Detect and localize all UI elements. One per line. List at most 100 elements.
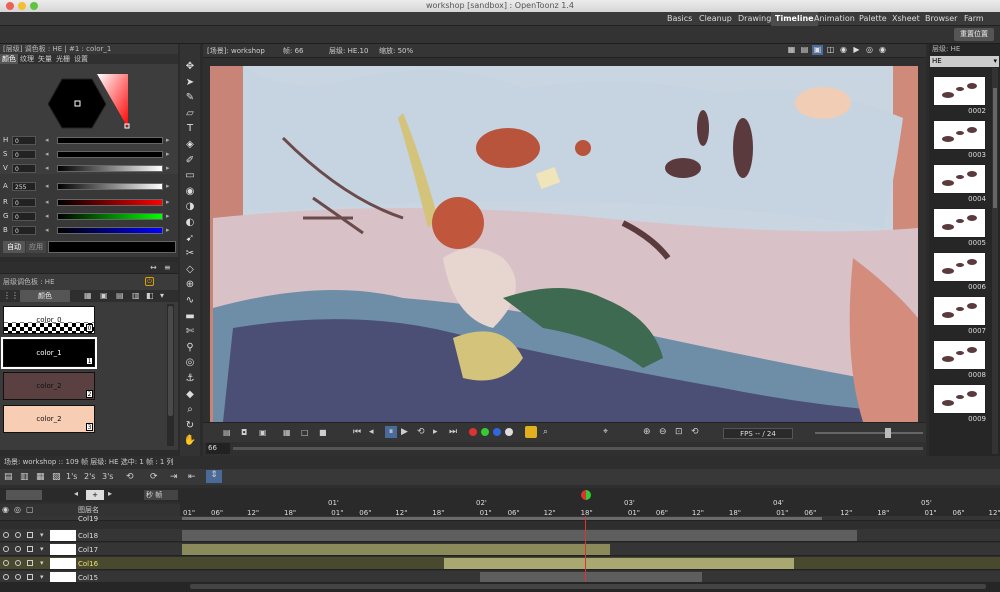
prev-frame-icon[interactable]: ◂ xyxy=(369,427,374,437)
increment-arrow-icon[interactable]: ▸ xyxy=(166,225,170,236)
geometric-tool-icon[interactable]: ▱ xyxy=(182,107,198,121)
channel-value-field[interactable]: 0 xyxy=(12,164,36,173)
channel-value-field[interactable]: 0 xyxy=(12,150,36,159)
increment-arrow-icon[interactable]: ▸ xyxy=(166,149,170,160)
decrement-arrow-icon[interactable]: ◂ xyxy=(45,181,49,192)
channel-value-field[interactable]: 0 xyxy=(12,212,36,221)
play-icon[interactable]: ▶ xyxy=(401,427,408,437)
cutter-tool-icon[interactable]: ✄ xyxy=(182,325,198,339)
palette-swatch[interactable]: color_2 3 xyxy=(3,405,95,433)
column-options-chevron-down-icon[interactable]: ▾ xyxy=(40,545,44,553)
room-tab-browser[interactable]: Browser xyxy=(921,12,961,26)
frame-ruler[interactable]: 01' 02' 03' 04' 05' 01" 06" 12" 18" 01" 06" 12" 18" 0… xyxy=(180,488,1000,518)
alpha-channel-icon[interactable] xyxy=(505,428,513,436)
grid-toggle-icon[interactable]: ▦ xyxy=(786,45,797,55)
paint-brush-tool-icon[interactable]: ✐ xyxy=(182,154,198,168)
selection-tool-icon[interactable]: ➤ xyxy=(182,76,198,90)
palette-scrollbar[interactable] xyxy=(167,304,174,446)
timeline-column-row[interactable]: Col19 xyxy=(0,516,1000,523)
close-window-button[interactable] xyxy=(6,2,14,10)
menu-icon[interactable]: ≡ xyxy=(164,263,171,272)
new-level-icon[interactable]: ▤ xyxy=(4,472,13,482)
add-key-icon[interactable]: + xyxy=(86,490,104,500)
reverse-icon[interactable]: ⟲ xyxy=(126,472,134,482)
current-frame-marker[interactable] xyxy=(581,490,591,500)
level-frame-thumbnail[interactable] xyxy=(933,164,986,194)
eraser-tool-icon[interactable]: ▭ xyxy=(182,169,198,183)
remove-icon[interactable]: ⇤ xyxy=(188,472,196,482)
red-channel-icon[interactable] xyxy=(469,428,477,436)
decrement-arrow-icon[interactable]: ◂ xyxy=(45,197,49,208)
options-icon[interactable]: ▾ xyxy=(160,291,164,300)
style-tab-2[interactable]: 矢量 xyxy=(36,54,54,64)
plastic-tool-icon[interactable]: ◆ xyxy=(182,388,198,402)
bulb-icon[interactable]: ◧ xyxy=(146,291,154,300)
channel-value-field[interactable]: 255 xyxy=(12,182,36,191)
reset-view-icon[interactable]: ⟲ xyxy=(691,427,699,437)
column-cells-bar[interactable] xyxy=(182,530,857,541)
decrement-arrow-icon[interactable]: ◂ xyxy=(45,135,49,146)
step-2s-button[interactable]: 2's xyxy=(84,472,95,481)
level-select[interactable]: HE ▾ xyxy=(930,56,999,67)
zoom-icon[interactable]: ⌕ xyxy=(543,427,548,437)
fill-tool-icon[interactable]: ◈ xyxy=(182,138,198,152)
eye-icon[interactable]: ◎ xyxy=(864,45,875,55)
level-frame-thumbnail[interactable] xyxy=(933,120,986,150)
frame-unit-select[interactable]: 秒 帧 xyxy=(144,490,178,500)
increment-arrow-icon[interactable]: ▸ xyxy=(166,163,170,174)
increment-arrow-icon[interactable]: ▸ xyxy=(166,211,170,222)
level-frame-thumbnail[interactable] xyxy=(933,384,986,414)
tape-tool-icon[interactable]: ◉ xyxy=(182,185,198,199)
expand-icon[interactable]: ↔ xyxy=(150,263,157,272)
fps-slider[interactable] xyxy=(815,428,923,438)
prev-key-icon[interactable]: ◂ xyxy=(74,489,78,498)
preview-visible-toggle[interactable] xyxy=(3,560,9,566)
decrement-arrow-icon[interactable]: ◂ xyxy=(45,211,49,222)
lock-toggle[interactable] xyxy=(27,532,33,538)
rgb-picker-tool-icon[interactable]: ◐ xyxy=(182,216,198,230)
auto-apply-toggle[interactable]: 自动 xyxy=(3,241,25,253)
blue-channel-icon[interactable] xyxy=(493,428,501,436)
lock-icon[interactable]: ⏻ xyxy=(145,277,154,286)
timeline-column-row[interactable]: ▾ Col17 xyxy=(0,543,1000,556)
zoom-window-button[interactable] xyxy=(30,2,38,10)
level-frame-thumbnail[interactable] xyxy=(933,76,986,106)
channel-slider[interactable] xyxy=(57,227,163,234)
sound-icon[interactable] xyxy=(525,426,537,438)
new-vector-icon[interactable]: ▥ xyxy=(20,472,29,482)
hand-tool-icon[interactable]: ✋ xyxy=(182,434,198,448)
channel-slider[interactable] xyxy=(57,213,163,220)
increment-arrow-icon[interactable]: ▸ xyxy=(166,135,170,146)
zoom-tool-icon[interactable]: ⌕ xyxy=(182,403,198,417)
level-frame-thumbnail[interactable] xyxy=(933,252,986,282)
column-cells-bar[interactable] xyxy=(182,544,610,555)
decrement-arrow-icon[interactable]: ◂ xyxy=(45,149,49,160)
pause-icon[interactable]: ⏸ xyxy=(385,426,397,438)
timeline-column-row[interactable]: ▾ Col18 xyxy=(0,529,1000,542)
next-key-icon[interactable]: ▸ xyxy=(108,489,112,498)
channel-slider[interactable] xyxy=(57,165,163,172)
camera-icon[interactable]: ◉ xyxy=(838,45,849,55)
drawing-canvas[interactable] xyxy=(203,58,926,422)
lock-toggle[interactable] xyxy=(27,546,33,552)
compare-icon[interactable]: ▣ xyxy=(259,428,267,437)
room-tab-xsheet[interactable]: Xsheet xyxy=(888,12,924,26)
column-options-chevron-down-icon[interactable]: ▾ xyxy=(40,559,44,567)
loop-icon[interactable]: ⟲ xyxy=(417,427,425,437)
bg-black-icon[interactable]: ■ xyxy=(319,428,327,437)
increment-arrow-icon[interactable]: ▸ xyxy=(166,181,170,192)
apply-button[interactable]: 应用 xyxy=(26,241,46,253)
save-icon[interactable]: ▤ xyxy=(116,291,124,300)
column-name[interactable]: Col19 xyxy=(78,516,98,523)
green-channel-icon[interactable] xyxy=(481,428,489,436)
brush-tool-icon[interactable]: ✎ xyxy=(182,91,198,105)
palette-swatch[interactable]: color_2 2 xyxy=(3,372,95,400)
save-icon[interactable]: ▤ xyxy=(223,428,231,437)
control-point-tool-icon[interactable]: ➹ xyxy=(182,232,198,246)
channel-slider[interactable] xyxy=(57,183,163,190)
room-tab-farm[interactable]: Farm xyxy=(960,12,988,26)
channel-value-field[interactable]: 0 xyxy=(12,136,36,145)
level-frame-thumbnail[interactable] xyxy=(933,340,986,370)
animate-tool-icon[interactable]: ✥ xyxy=(182,60,198,74)
pinch-tool-icon[interactable]: ✂ xyxy=(182,247,198,261)
